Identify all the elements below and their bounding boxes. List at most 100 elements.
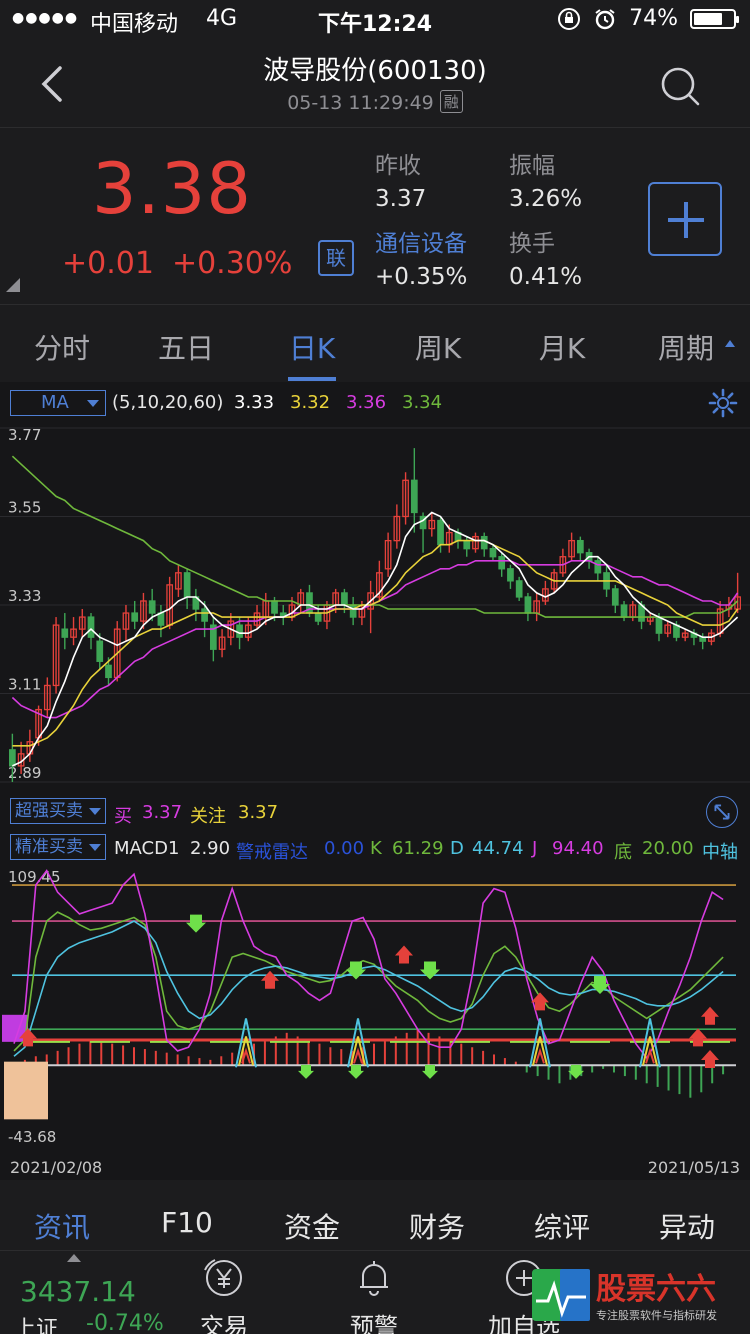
quote-panel: 3.38 +0.01 +0.30% 联 昨收 3.37 通信设备 +0.35% 振… <box>0 128 750 300</box>
candle-body <box>87 616 95 638</box>
chart-area[interactable]: MA (5,10,20,60) 3.33 3.32 3.36 3.34 3.77… <box>0 382 750 1180</box>
candle-body <box>183 572 191 598</box>
candle-body <box>480 535 488 550</box>
y-tick-label: 3.33 <box>8 587 41 605</box>
arrow-down-icon <box>298 1064 314 1079</box>
j-value: 94.40 <box>552 838 604 859</box>
candle-body <box>655 616 663 634</box>
arrow-up-icon <box>531 992 549 1011</box>
gear-icon[interactable] <box>708 388 738 418</box>
tab-news[interactable]: 资讯 <box>12 1206 112 1246</box>
svg-text:专注股票软件与指标研发: 专注股票软件与指标研发 <box>596 1308 717 1322</box>
candle-body <box>437 519 444 546</box>
tab-capital[interactable]: 资金 <box>262 1206 362 1246</box>
turnover-value: 0.41% <box>509 264 583 290</box>
triangle-marker <box>645 1047 655 1064</box>
candle-body <box>673 624 680 638</box>
bottom-bar: 3437.14 上证 -0.74% 交易 预警 加自选 股票六六 专注股票软件与… <box>0 1250 750 1334</box>
watermark-logo: 股票六六 专注股票软件与指标研发 <box>532 1269 717 1322</box>
change-amount: +0.01 <box>62 246 154 281</box>
indicator-selector[interactable]: 超强买卖 <box>10 798 106 824</box>
triangle-marker <box>347 1018 369 1068</box>
kline-chart[interactable]: 3.773.553.333.112.89 <box>0 418 750 790</box>
y-tick-label: 3.77 <box>8 426 41 444</box>
candle-body <box>61 628 69 638</box>
arrow-down-icon <box>590 975 610 994</box>
amplitude-value: 3.26% <box>509 186 583 212</box>
kdj-k-line <box>13 911 724 1052</box>
alert-label: 预警 <box>350 1313 398 1334</box>
macd-value: 2.90 <box>190 838 231 859</box>
yen-circle-icon <box>204 1259 242 1296</box>
status-bar: ●●●●● 中国移动 4G 下午12:24 74% <box>0 0 750 40</box>
tab-week-k[interactable]: 周K <box>388 327 488 367</box>
quote-datetime: 05-13 11:29:49 融 <box>0 90 750 114</box>
candle-body <box>314 612 322 622</box>
arrow-down-icon <box>346 961 366 980</box>
trade-label: 交易 <box>200 1313 248 1334</box>
tab-period[interactable]: 周期 <box>636 327 736 367</box>
ma60-line <box>11 455 739 618</box>
arrow-down-icon <box>420 961 440 980</box>
candle-body <box>96 640 104 662</box>
candle-body <box>507 568 514 582</box>
battery-icon <box>690 8 739 29</box>
macd-selector[interactable]: 精准买卖 <box>10 834 106 860</box>
price-change: +0.01 +0.30% <box>62 246 310 281</box>
chart-end-date: 2021/05/13 <box>647 1158 740 1177</box>
tab-minute[interactable]: 分时 <box>12 327 112 367</box>
alarm-icon <box>595 8 615 29</box>
add-watchlist-button[interactable] <box>648 182 722 256</box>
battery-level <box>694 12 723 25</box>
index-value[interactable]: 3437.14 <box>20 1275 136 1308</box>
arrow-up-icon <box>261 970 279 989</box>
bottom-value: 20.00 <box>642 838 694 859</box>
sector-link[interactable]: 通信设备 <box>375 224 467 258</box>
current-price: 3.38 <box>92 148 252 230</box>
candle-body <box>594 560 602 574</box>
svg-text:股票六六: 股票六六 <box>596 1272 716 1307</box>
candle-body <box>236 624 243 638</box>
ma-params: (5,10,20,60) <box>112 392 224 413</box>
ma5-line <box>12 511 739 767</box>
ma60-value: 3.34 <box>402 392 443 413</box>
tab-day-k[interactable]: 日K <box>262 327 362 367</box>
k-label: K <box>370 838 382 859</box>
lian-badge[interactable]: 联 <box>318 240 354 276</box>
tab-f10[interactable]: F10 <box>137 1206 237 1239</box>
expand-icon[interactable] <box>706 796 738 828</box>
axis-label: 中轴 <box>702 842 738 863</box>
tab-five-day[interactable]: 五日 <box>136 327 236 367</box>
tab-finance[interactable]: 财务 <box>387 1206 487 1246</box>
arrow-down-icon <box>348 1064 364 1079</box>
tab-movement[interactable]: 异动 <box>637 1206 737 1246</box>
candle-body <box>157 612 165 626</box>
prev-close-label: 昨收 <box>375 153 421 179</box>
y-tick-label: 3.55 <box>8 499 41 517</box>
prev-close-value: 3.37 <box>375 186 427 212</box>
alert-button[interactable]: 预警 <box>324 1255 424 1334</box>
kdj-indicator-chart[interactable]: 109.45-43.68 <box>0 862 750 1158</box>
corner-triangle-icon <box>6 278 20 292</box>
watch-value: 3.37 <box>238 802 279 823</box>
y-tick-label: -43.68 <box>8 1128 56 1146</box>
search-icon[interactable] <box>660 66 700 106</box>
watch-label: 关注 <box>190 806 226 827</box>
stock-header: 波导股份(600130) 05-13 11:29:49 融 <box>0 40 750 128</box>
tab-rating[interactable]: 综评 <box>512 1206 612 1246</box>
candle-body <box>341 592 348 606</box>
tab-month-k[interactable]: 月K <box>512 327 612 367</box>
candle-body <box>201 608 208 622</box>
triangle-marker <box>535 1047 545 1064</box>
j-label: J <box>532 838 538 859</box>
radar-value: 0.00 <box>324 838 365 859</box>
macd-label: MACD1 <box>114 838 180 859</box>
signal-block <box>4 1061 48 1120</box>
ma20-value: 3.36 <box>346 392 387 413</box>
bottom-label: 底 <box>614 842 632 863</box>
candle-body <box>9 749 16 767</box>
battery-percent: 74% <box>629 6 678 31</box>
trade-button[interactable]: 交易 <box>174 1255 274 1334</box>
ma-selector[interactable]: MA <box>10 390 106 416</box>
candle-body <box>611 588 619 606</box>
